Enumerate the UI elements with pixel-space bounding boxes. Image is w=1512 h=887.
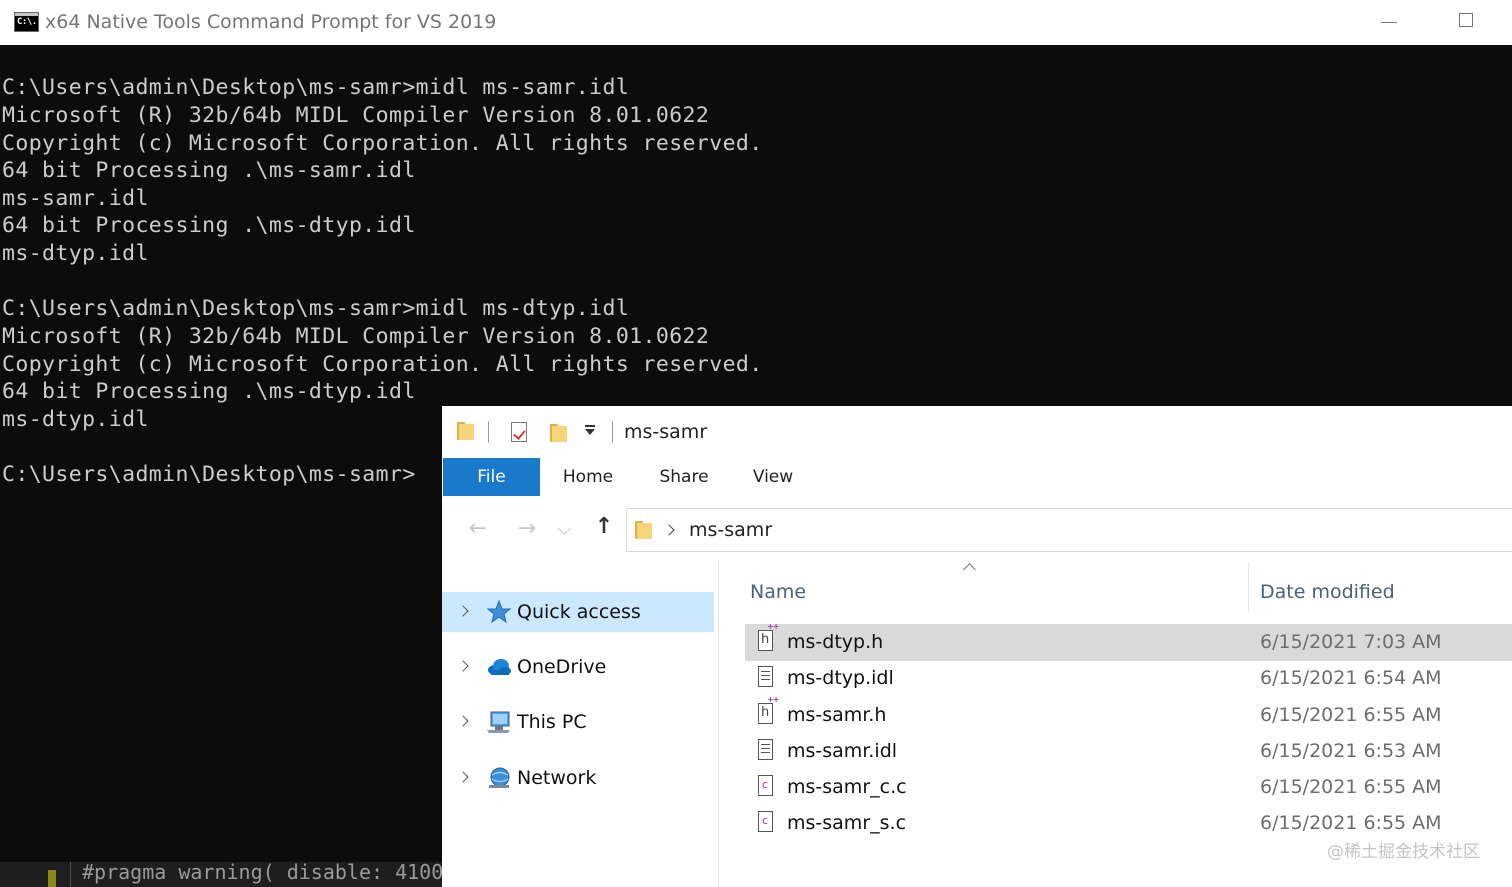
new-folder-icon[interactable]	[550, 424, 567, 442]
breadcrumb-chevron-icon[interactable]	[663, 524, 675, 536]
file-row[interactable]: ms-samr_c.c 6/15/2021 6:55 AM	[745, 769, 1512, 806]
file-row[interactable]: ms-dtyp.h 6/15/2021 7:03 AM	[745, 622, 1512, 661]
c-source-file-icon	[758, 811, 773, 832]
toolbar-separator	[488, 421, 489, 443]
file-row[interactable]: ms-samr.h 6/15/2021 6:55 AM	[745, 695, 1512, 734]
expand-chevron-icon[interactable]	[457, 660, 469, 672]
navigation-bar: ← → ↑ ms-samr	[442, 500, 1512, 562]
network-icon	[489, 767, 510, 788]
cloud-icon	[488, 659, 511, 675]
file-date-modified: 6/15/2021 6:55 AM	[1260, 704, 1442, 726]
console-line: C:\Users\admin\Desktop\ms-samr>midl ms-d…	[2, 296, 630, 321]
console-prompt-line[interactable]: C:\Users\admin\Desktop\ms-samr>	[2, 461, 416, 489]
expand-chevron-icon[interactable]	[457, 715, 469, 727]
editor-change-marker	[48, 870, 56, 887]
file-date-modified: 6/15/2021 7:03 AM	[1260, 631, 1442, 653]
expand-chevron-icon[interactable]	[457, 771, 469, 783]
file-row[interactable]: ms-samr_s.c 6/15/2021 6:55 AM	[745, 805, 1512, 842]
file-list: Name Date modified ms-dtyp.h 6/15/2021 7…	[719, 562, 1512, 887]
tab-share[interactable]: Share	[646, 458, 722, 496]
toolbar-separator	[612, 421, 613, 443]
computer-icon	[487, 711, 510, 733]
header-file-icon	[758, 622, 778, 651]
back-arrow-icon[interactable]: ←	[463, 514, 493, 544]
tab-home[interactable]: Home	[550, 458, 626, 496]
console-line: Copyright (c) Microsoft Corporation. All…	[2, 352, 763, 377]
editor-indent-guide	[70, 862, 71, 887]
console-line: 64 bit Processing .\ms-dtyp.idl	[2, 213, 416, 238]
file-row[interactable]: ms-dtyp.idl 6/15/2021 6:54 AM	[745, 660, 1512, 697]
file-date-modified: 6/15/2021 6:54 AM	[1260, 667, 1442, 689]
address-bar[interactable]: ms-samr	[626, 508, 1512, 552]
folder-icon[interactable]	[457, 422, 474, 440]
file-explorer-window[interactable]: ms-samr File Home Share View ← → ↑ ms-sa…	[442, 406, 1512, 887]
console-line: C:\Users\admin\Desktop\ms-samr>midl ms-s…	[2, 75, 630, 100]
text-file-icon	[758, 739, 773, 760]
nav-item-label: OneDrive	[517, 656, 607, 678]
column-header-name[interactable]: Name	[750, 572, 806, 612]
desktop-screen: C:\. x64 Native Tools Command Prompt for…	[0, 0, 1512, 887]
column-divider[interactable]	[1248, 562, 1249, 612]
nav-item-label: Network	[517, 767, 597, 789]
console-window-title: x64 Native Tools Command Prompt for VS 2…	[45, 11, 497, 33]
navigation-pane: Quick access OneDrive This PC Network	[442, 562, 719, 887]
file-row[interactable]: ms-samr.idl 6/15/2021 6:53 AM	[745, 733, 1512, 770]
watermark: @稀土掘金技术社区	[1327, 842, 1480, 862]
expand-chevron-icon[interactable]	[457, 605, 469, 617]
file-date-modified: 6/15/2021 6:53 AM	[1260, 740, 1442, 762]
nav-item-quick-access[interactable]: Quick access	[442, 592, 714, 632]
ribbon-tabs: File Home Share View	[442, 458, 1512, 501]
console-line: 64 bit Processing .\ms-samr.idl	[2, 158, 416, 183]
customize-toolbar-dropdown-icon[interactable]	[585, 425, 595, 435]
header-file-icon	[758, 695, 778, 724]
console-line: Microsoft (R) 32b/64b MIDL Compiler Vers…	[2, 324, 710, 349]
console-app-icon-text: C:\.	[17, 17, 37, 27]
up-arrow-icon[interactable]: ↑	[592, 512, 616, 542]
text-file-icon	[758, 666, 773, 687]
breadcrumb-current-folder[interactable]: ms-samr	[689, 517, 772, 543]
file-name: ms-dtyp.idl	[787, 667, 894, 689]
file-name: ms-samr.idl	[787, 740, 898, 762]
forward-arrow-icon[interactable]: →	[512, 514, 542, 544]
file-name: ms-samr_c.c	[787, 776, 907, 798]
console-app-icon: C:\.	[14, 12, 39, 32]
nav-item-this-pc[interactable]: This PC	[442, 702, 714, 742]
console-title-bar[interactable]: C:\. x64 Native Tools Command Prompt for…	[0, 0, 1512, 46]
recent-locations-chevron-icon[interactable]	[558, 522, 571, 535]
tab-view[interactable]: View	[738, 458, 808, 496]
file-date-modified: 6/15/2021 6:55 AM	[1260, 776, 1442, 798]
console-line: ms-dtyp.idl	[2, 407, 149, 432]
column-header-date-modified[interactable]: Date modified	[1260, 572, 1395, 612]
minimize-button[interactable]	[1366, 0, 1412, 45]
background-editor-strip: #pragma warning( disable: 4100	[0, 862, 442, 887]
nav-item-network[interactable]: Network	[442, 758, 714, 798]
console-line: ms-dtyp.idl	[2, 241, 149, 266]
nav-item-label: Quick access	[517, 601, 641, 623]
sort-ascending-icon	[963, 563, 976, 576]
properties-icon[interactable]	[511, 422, 527, 442]
file-name: ms-samr_s.c	[787, 812, 907, 834]
maximize-button[interactable]	[1444, 0, 1490, 45]
address-folder-icon	[635, 521, 652, 539]
console-line: Microsoft (R) 32b/64b MIDL Compiler Vers…	[2, 103, 710, 128]
tab-file[interactable]: File	[443, 458, 540, 496]
c-source-file-icon	[758, 775, 773, 796]
star-icon	[486, 600, 512, 624]
console-line: Copyright (c) Microsoft Corporation. All…	[2, 131, 763, 156]
quick-access-toolbar: ms-samr	[442, 406, 1512, 458]
nav-item-onedrive[interactable]: OneDrive	[442, 647, 714, 687]
file-name: ms-dtyp.h	[787, 631, 884, 653]
file-name: ms-samr.h	[787, 704, 887, 726]
file-date-modified: 6/15/2021 6:55 AM	[1260, 812, 1442, 834]
console-line: ms-samr.idl	[2, 186, 149, 211]
console-line: 64 bit Processing .\ms-dtyp.idl	[2, 379, 416, 404]
background-code-line: #pragma warning( disable: 4100	[82, 862, 442, 884]
explorer-window-title: ms-samr	[624, 421, 708, 443]
nav-item-label: This PC	[517, 711, 587, 733]
